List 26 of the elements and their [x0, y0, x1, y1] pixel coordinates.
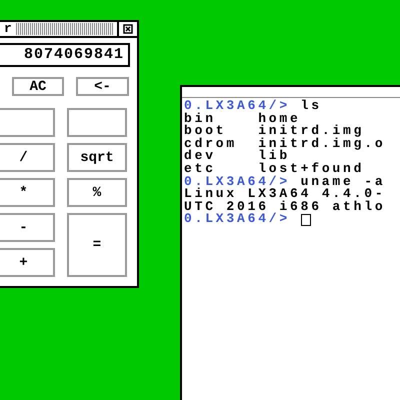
window-title: r	[3, 22, 13, 36]
output-line: cdrom initrd.img.o	[184, 138, 386, 150]
output-line: UTC 2016 i686 athlo	[184, 200, 386, 214]
command-text: ls	[300, 100, 322, 113]
output-line: dev lib	[184, 150, 290, 163]
calculator-key[interactable]: /	[0, 143, 55, 172]
blank-key[interactable]	[0, 108, 55, 137]
shell-prompt: 0.LX3A64/>	[184, 176, 290, 188]
output-line: boot initrd.img	[184, 125, 364, 138]
output-line: Linux LX3A64 4.4.0-	[184, 188, 386, 201]
output-line: etc lost+found	[184, 162, 364, 176]
calculator-key[interactable]: =	[67, 213, 127, 277]
close-icon	[123, 24, 133, 34]
shell-prompt: 0.LX3A64/>	[184, 213, 290, 226]
calculator-key[interactable]: *	[0, 178, 55, 207]
calculator-key[interactable]: -	[0, 213, 55, 242]
command-text: uname -a	[300, 176, 386, 188]
calculator-key[interactable]: sqrt	[67, 143, 127, 172]
blank-key[interactable]	[67, 108, 127, 137]
calculator-key[interactable]: AC	[12, 77, 64, 96]
output-line: bin home	[184, 112, 301, 126]
calculator-key[interactable]: %	[67, 178, 127, 207]
calculator-key[interactable]: <-	[76, 77, 129, 96]
shell-prompt: 0.LX3A64/>	[184, 100, 290, 113]
calculator-key[interactable]: +	[0, 248, 55, 277]
calculator-display: 8074069841	[0, 43, 130, 67]
